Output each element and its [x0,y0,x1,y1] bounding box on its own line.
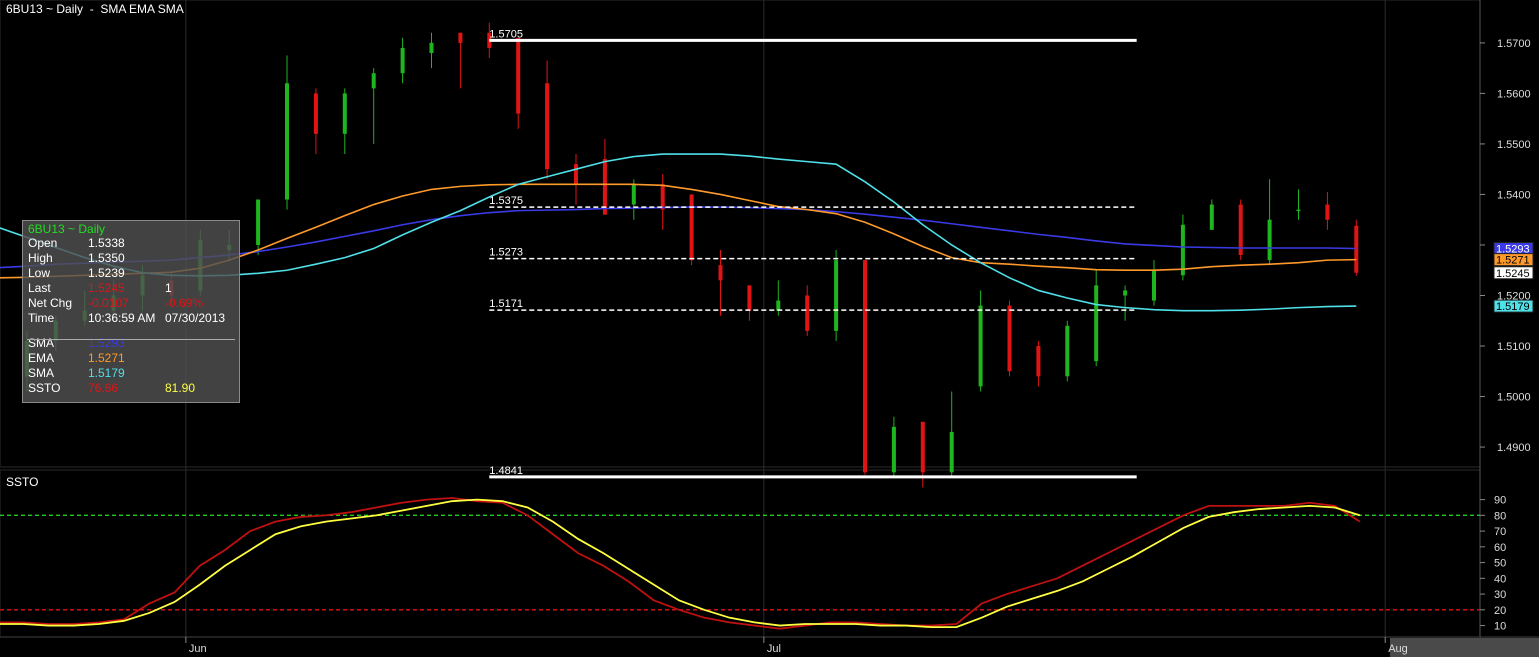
candle-body [371,73,376,89]
data-window-value: 1.5350 [88,251,125,265]
candle-body [1296,209,1301,212]
candle-body [516,37,521,114]
data-window-value: 1.5179 [88,366,125,380]
candle-body [1036,346,1041,377]
chart-title: 6BU13 ~ Daily - SMA EMA SMA [6,2,184,16]
data-window-label: Open [28,236,58,250]
candle-body [1325,204,1330,220]
data-window[interactable]: 6BU13 ~ Daily Open 1.5338 High 1.5350 Low 1.5… [22,220,240,403]
data-window-value: 1.5245 [88,281,125,295]
candle-body [1123,290,1128,296]
data-window-label: Time [28,311,55,325]
candle-body [1007,305,1012,372]
price-tick-label: 1.5100 [1497,341,1531,353]
ssto-tick-label: 20 [1494,605,1506,617]
candle-body [1152,270,1156,301]
price-tick-label: 1.5000 [1497,392,1531,404]
candle-body [256,199,261,245]
candle-body [978,305,983,387]
candle-body [285,83,289,200]
data-window-value: 76.66 [88,381,119,395]
candle-body [805,295,810,331]
candle-body [458,32,463,43]
ssto-tick-label: 40 [1494,573,1506,585]
candle-body [1094,285,1099,362]
data-window-label: Last [28,281,51,295]
retracement-level-label: 1.5171 [489,298,523,310]
last-value-tag-label: 1.5271 [1496,255,1530,267]
price-tick-label: 1.5400 [1497,189,1531,201]
candle-body [1180,224,1185,276]
time-axis-future-region [1390,638,1539,657]
price-tick-label: 1.5700 [1497,38,1531,50]
data-window-value: 1.5239 [88,266,125,280]
candle-body [342,93,347,134]
candle-body [1209,204,1214,230]
price-tick-label: 1.4900 [1497,442,1531,454]
candle-body [602,159,607,215]
candle-body [863,260,867,473]
ssto-tick-label: 50 [1494,558,1506,570]
last-value-tag-label: 1.5179 [1496,301,1530,313]
data-window-label: SMA [28,366,55,380]
last-value-tag-label: 1.5245 [1496,268,1530,280]
candle-body [891,426,896,473]
price-tick-label: 1.5500 [1497,139,1531,151]
data-window-header: 6BU13 ~ Daily [28,222,106,236]
indicator-title: SSTO [6,475,39,489]
retracement-level-label: 1.5705 [489,28,523,40]
data-window-label: EMA [28,351,55,365]
retracement-level-label: 1.5375 [489,195,523,207]
retracement-level-label: 1.5273 [489,247,523,259]
time-tick-label: Aug [1388,643,1408,655]
ssto-panel-frame [0,469,1481,638]
candle-body [660,184,665,210]
candle-body [920,421,925,473]
price-tick-label: 1.5600 [1497,88,1531,100]
time-tick-label: Jun [189,643,207,655]
data-window-value: -0.0107 [88,296,129,310]
candle-body [631,184,636,205]
ssto-tick-label: 90 [1494,495,1506,507]
data-window-label: SSTO [28,381,61,395]
data-window-value: 1.5271 [88,351,125,365]
candle-body [718,265,723,281]
candle-body [400,47,405,74]
time-axis [0,637,1480,657]
data-window-value-2: 1 [165,281,172,295]
data-window-value: 1.5338 [88,236,125,250]
time-tick-label: Jul [767,643,781,655]
candle-body [313,93,318,134]
ssto-line [0,497,1361,630]
candle-body [429,42,434,53]
ssto-tick-label: 10 [1494,621,1506,633]
data-window-value-2: 07/30/2013 [165,311,226,325]
ssto-tick-label: 30 [1494,589,1506,601]
candle-body [1267,219,1272,261]
candle-body [545,83,550,170]
ssto-tick-label: 70 [1494,526,1506,538]
candle-body [834,260,839,331]
data-window-label: Net Chg [28,296,73,310]
ssto-tick-label: 80 [1494,510,1506,522]
retracement-level-label: 1.4841 [489,465,523,477]
data-window-value-2: 81.90 [165,381,196,395]
candle-body [1065,325,1070,377]
candle-body [776,300,781,311]
candle-body [747,285,752,311]
data-window-label: Low [28,266,51,280]
candle-body [949,431,954,473]
data-window-value: 10:36:59 AM [88,311,156,325]
candle-body [689,194,694,261]
candle-body [574,164,578,185]
ssto-tick-label: 60 [1494,542,1506,554]
data-window-divider [27,339,235,340]
data-window-label: High [28,251,53,265]
data-window-value-2: -0.69% [165,296,204,310]
